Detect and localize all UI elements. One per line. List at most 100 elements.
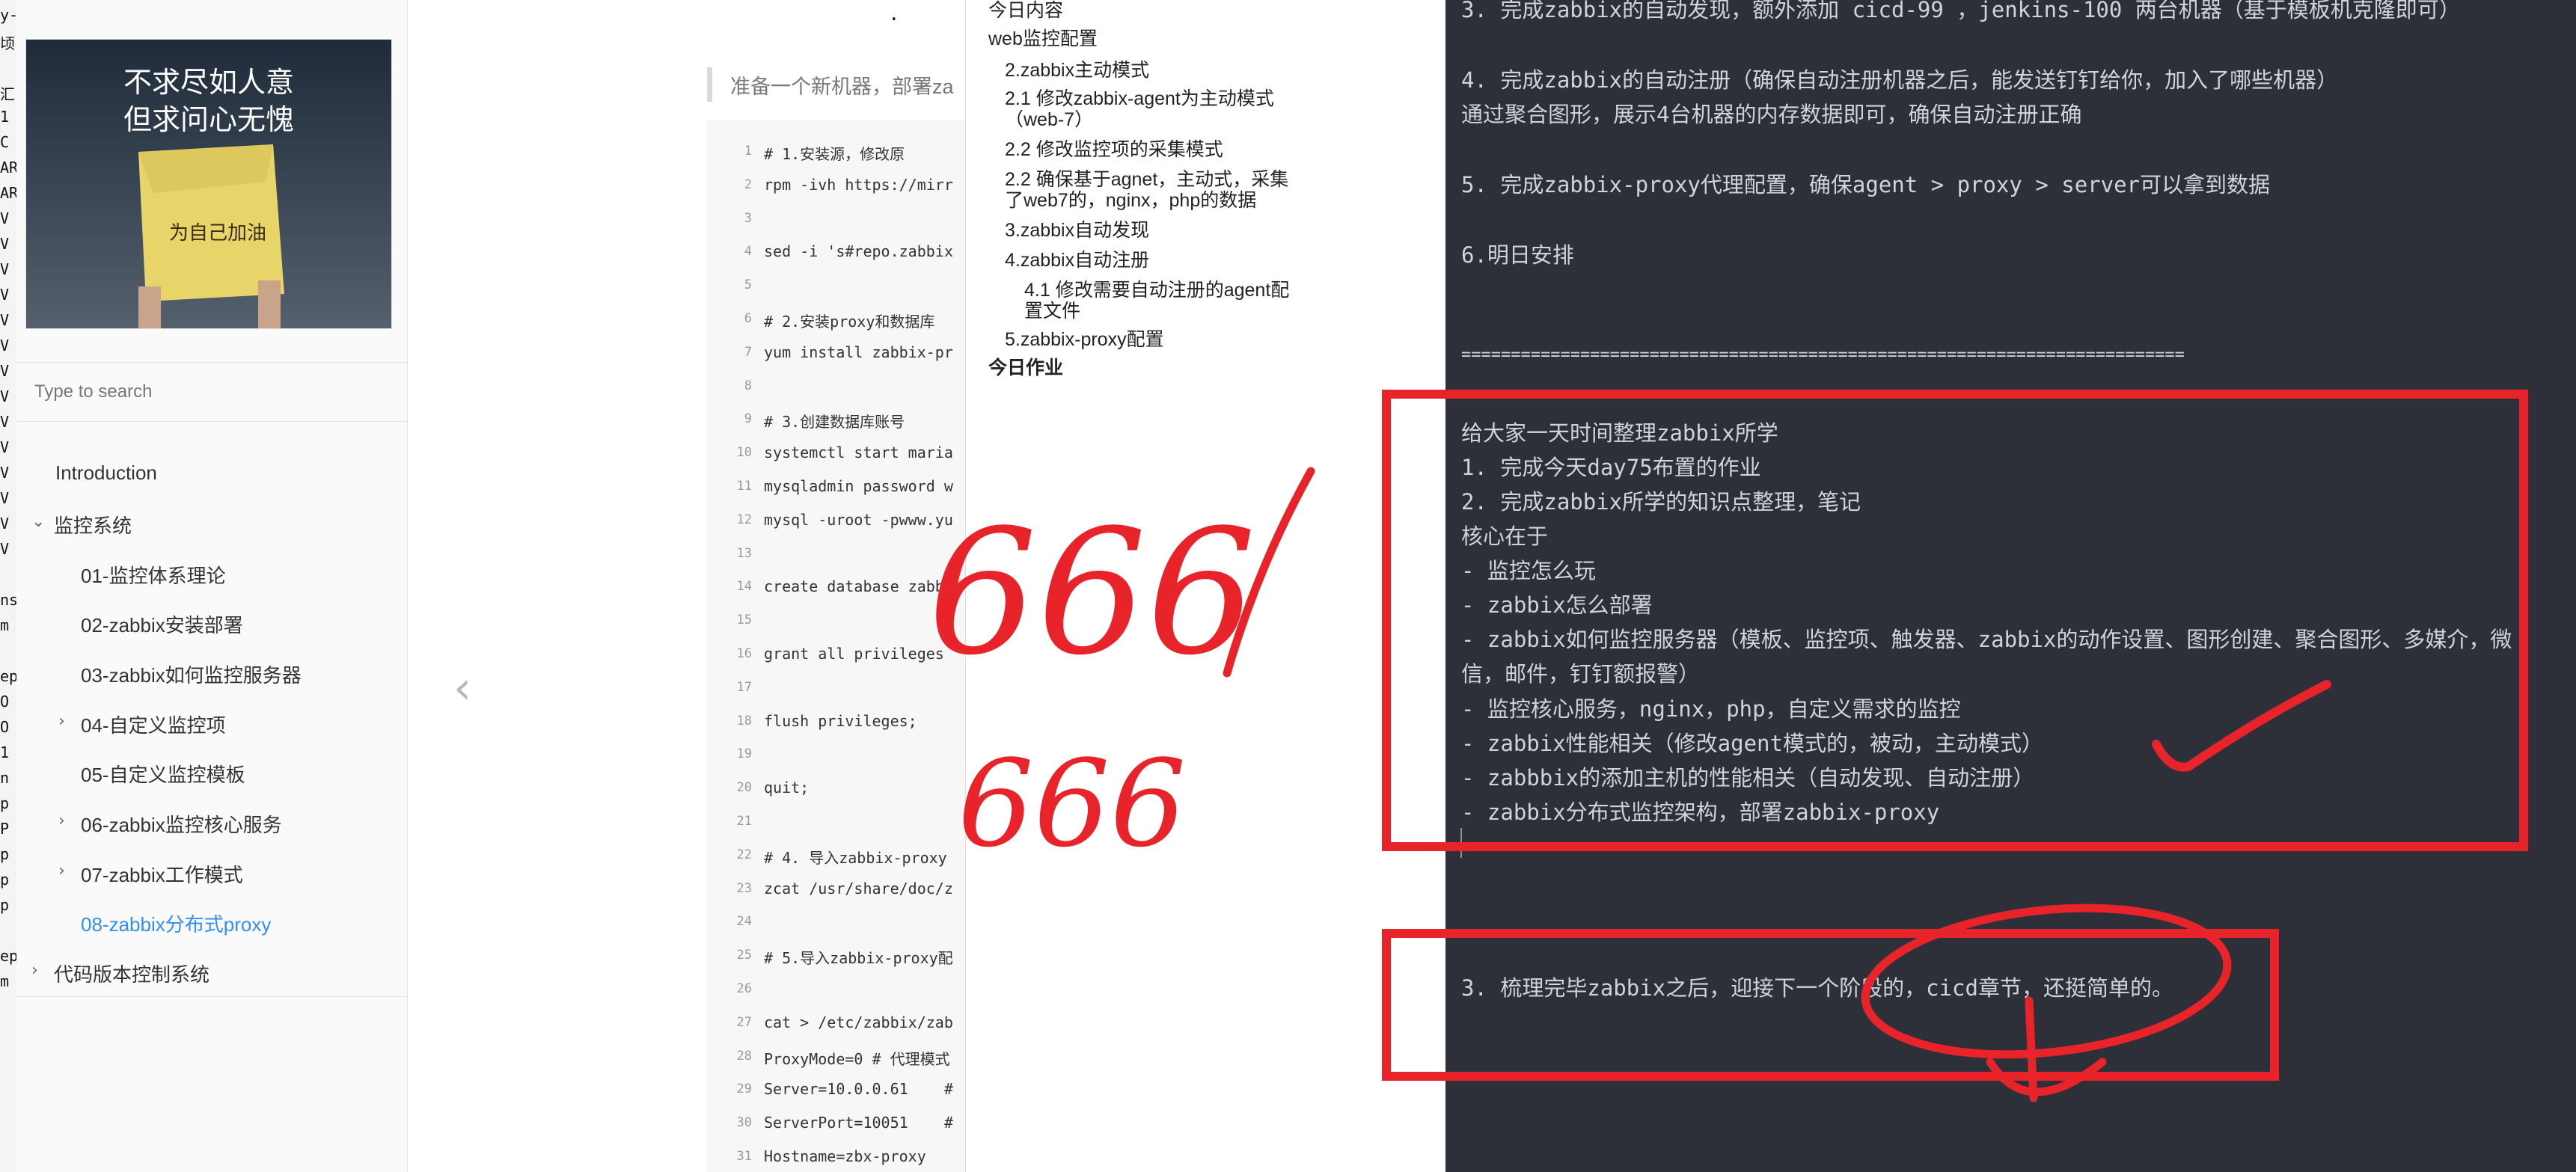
cover-line-2: 但求问心无愧 — [123, 103, 294, 136]
code-line-text: ServerPort=10051 # — [764, 1114, 953, 1132]
quote-bar — [707, 67, 712, 102]
toc-item[interactable]: 置文件 — [1024, 301, 1080, 322]
sidebar-item[interactable]: 02-zabbix安装部署 — [81, 610, 243, 638]
book-cover-image: 不求尽如人意 但求问心无愧 为自己加油 — [25, 39, 392, 329]
code-line-text: # 4. 导入zabbix-proxy — [764, 848, 947, 867]
code-line-text: rpm -ivh https://mirr — [764, 175, 953, 194]
editor-line: 2. 完成zabbix所学的知识点整理，笔记 — [1461, 489, 1861, 515]
quote-text: 准备一个新机器，部署za — [730, 76, 954, 98]
code-block: 1 # 1.安装源，修改原 2 rpm -ivh https://mirr 3 4 sed … — [707, 120, 965, 1172]
code-line-text: # 5.导入zabbix-proxy配 — [764, 949, 953, 968]
toc-item[interactable]: 5.zabbix-proxy配置 — [1005, 329, 1164, 351]
toc-panel: 今日内容 web监控配置 2.zabbix主动模式 2.1 修改zabbix-agen… — [965, 0, 1320, 1172]
toc-item[interactable]: 2.1 修改zabbix-agent为主动模式 — [1005, 88, 1274, 110]
code-line-number: 4 — [744, 244, 752, 260]
terminal-char: AR — [0, 159, 17, 177]
code-line-number: 5 — [744, 277, 752, 293]
editor-line: - zabbix怎么部署 — [1461, 592, 1653, 618]
terminal-char: V — [0, 438, 10, 456]
toc-item[interactable]: 了web7的，nginx，php的数据 — [1005, 190, 1256, 212]
background-terminal-strip: y- 顷汇 1 C AR AR V V V V V V V V V V V V V Vns m ep O O 1 n p Pp p p ep… — [0, 0, 17, 1172]
code-line-number: 30 — [736, 1115, 752, 1131]
sidebar-item[interactable]: 08-zabbix分布式proxy — [81, 909, 271, 937]
terminal-char: m — [0, 616, 10, 634]
code-line-number: 14 — [736, 579, 752, 595]
code-line-number: 13 — [736, 545, 752, 561]
sidebar-item[interactable]: 监控系统 — [54, 511, 132, 539]
sidebar-item[interactable]: Introduction — [55, 461, 157, 485]
toc-item[interactable]: 2.2 确保基于agnet，主动式，采集 — [1005, 169, 1288, 191]
terminal-char: ep — [0, 947, 17, 965]
terminal-char: n — [0, 769, 10, 787]
sidebar-item[interactable]: 05-自定义监控模板 — [81, 760, 245, 788]
text-cursor — [1460, 828, 1462, 858]
terminal-char: m — [0, 972, 10, 990]
code-line-text: ProxyMode=0 # 代理模式 — [764, 1049, 950, 1068]
code-line-text: yum install zabbix-pr — [764, 343, 953, 361]
search-input[interactable]: Type to search — [16, 362, 407, 422]
toc-item[interactable]: 4.zabbix自动注册 — [1005, 250, 1149, 271]
sidebar-item[interactable]: 03-zabbix如何监控服务器 — [81, 660, 302, 688]
toc-item[interactable]: 3.zabbix自动发现 — [1005, 220, 1149, 242]
terminal-char: ns — [0, 591, 17, 609]
page-title-fragment: . — [890, 0, 898, 26]
toc-item[interactable]: web监控配置 — [988, 28, 1098, 50]
sidebar-item[interactable]: 06-zabbix监控核心服务 — [81, 810, 282, 838]
terminal-char: O — [0, 718, 10, 736]
terminal-char: V — [0, 489, 10, 507]
prev-page-arrow[interactable]: ‹ — [453, 662, 471, 714]
cover-line-1: 不求尽如人意 — [123, 66, 294, 99]
sidebar-item[interactable]: 代码版本控制系统 — [54, 960, 209, 987]
code-line-number: 23 — [736, 880, 752, 896]
terminal-char: V — [0, 260, 10, 278]
code-line-number: 3 — [744, 210, 752, 226]
terminal-char: V — [0, 362, 10, 380]
code-line-text: # 2.安装proxy和数据库 — [764, 313, 935, 331]
terminal-char: y- — [0, 6, 17, 24]
code-line-number: 10 — [736, 445, 752, 461]
terminal-char: C — [0, 133, 10, 151]
terminal-char: p — [0, 871, 10, 889]
toc-item[interactable]: 2.zabbix主动模式 — [1005, 60, 1149, 82]
code-line-number: 6 — [744, 311, 752, 326]
editor-line: 1. 完成今天day75布置的作业 — [1461, 455, 1761, 480]
terminal-char: 1 — [0, 743, 10, 761]
editor-line: 给大家一天时间整理zabbix所学 — [1461, 420, 1778, 446]
code-line-text: Hostname=zbx-proxy — [764, 1147, 926, 1165]
terminal-char: O — [0, 693, 10, 711]
toc-item[interactable]: 2.2 修改监控项的采集模式 — [1005, 139, 1223, 161]
code-line-number: 20 — [736, 780, 752, 796]
editor-line: - zabbix分布式监控架构，部署zabbix-proxy — [1461, 800, 1940, 825]
code-line-number: 26 — [736, 981, 752, 996]
editor-line: 5. 完成zabbix-proxy代理配置，确保agent > proxy > … — [1461, 172, 2271, 197]
chevron-down-icon[interactable]: ⌄ — [31, 512, 45, 531]
code-line-number: 17 — [736, 679, 752, 695]
sidebar-item[interactable]: 07-zabbix工作模式 — [81, 860, 243, 888]
toc-item[interactable]: 今日作业 — [988, 358, 1063, 379]
terminal-char: p — [0, 845, 10, 863]
terminal-char: 顷 — [0, 34, 15, 52]
code-line-text: # 1.安装源，修改原 — [764, 145, 905, 163]
chevron-right-icon[interactable]: › — [58, 862, 65, 880]
toc-item[interactable]: 今日内容 — [988, 0, 1063, 22]
editor-line: 6.明日安排 — [1461, 242, 1574, 268]
terminal-char: V — [0, 413, 10, 431]
toc-item[interactable]: 4.1 修改需要自动注册的agent配 — [1024, 280, 1289, 301]
chevron-right-icon[interactable]: › — [58, 811, 65, 830]
chevron-right-icon[interactable]: › — [31, 961, 38, 980]
chevron-right-icon[interactable]: › — [58, 712, 65, 731]
toc-item[interactable]: （web-7） — [1005, 109, 1093, 131]
window-gap — [1318, 0, 1445, 1172]
terminal-char: ep — [0, 667, 17, 685]
sidebar-item[interactable]: 04-自定义监控项 — [81, 711, 226, 738]
terminal-char: V — [0, 387, 10, 405]
code-line-text: sed -i 's#repo.zabbix — [764, 242, 953, 261]
code-line-number: 11 — [736, 479, 752, 494]
code-line-text: quit; — [764, 779, 810, 797]
sidebar-item[interactable]: 01-监控体系理论 — [81, 561, 226, 589]
terminal-char: V — [0, 235, 10, 253]
terminal-char: p — [0, 896, 10, 914]
editor-line: 核心在于 — [1461, 524, 1549, 549]
terminal-char: V — [0, 540, 10, 558]
code-line-number: 15 — [736, 613, 752, 628]
